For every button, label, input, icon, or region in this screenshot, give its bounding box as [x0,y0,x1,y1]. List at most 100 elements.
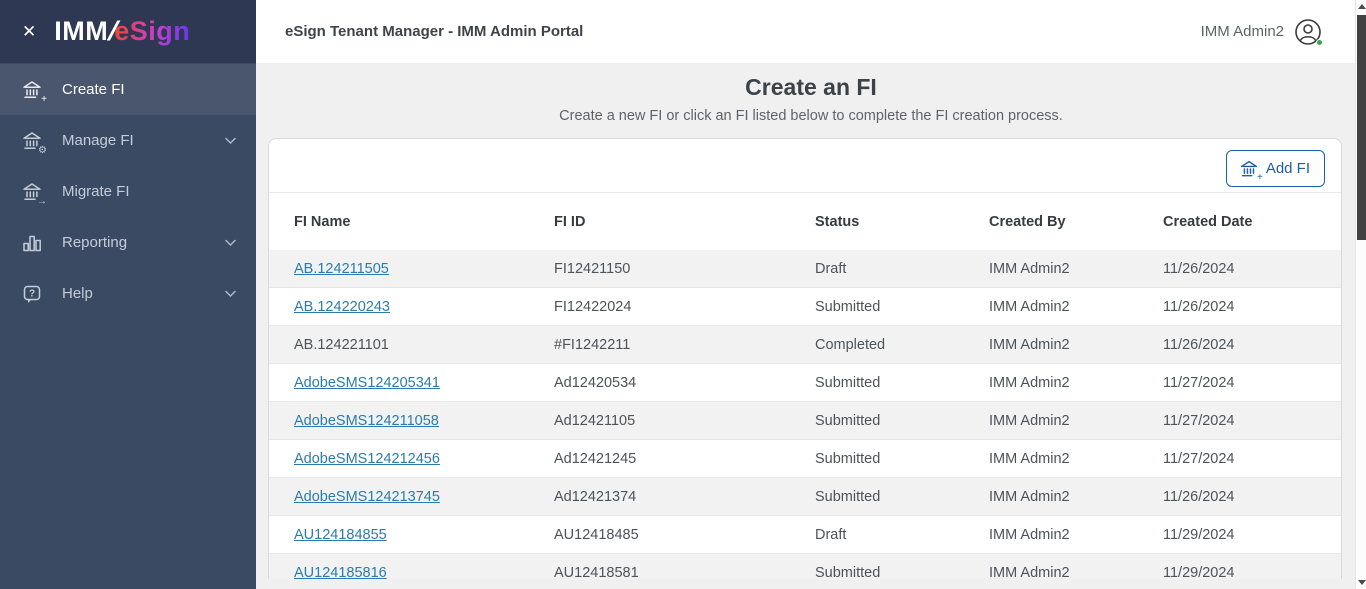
fi-id-cell: AU12418581 [554,564,639,580]
sidebar-item-create-fi[interactable]: + Create FI [0,64,256,115]
status-cell: Completed [815,336,886,353]
logo-esign: eSign [114,16,191,46]
sidebar-nav: + Create FI ⚙ Manage FI → Migrate FI Rep… [0,63,256,319]
add-fi-button[interactable]: + Add FI [1225,150,1325,187]
page-scrollbar[interactable] [1355,0,1366,589]
bank-plus-icon: + [20,78,48,105]
scrollbar-up-arrow-icon[interactable] [1358,4,1366,9]
table-row: AdobeSMS124211058 Ad12421105 Submitted I… [269,402,1341,440]
sidebar-item-help[interactable]: ? Help [0,268,256,319]
table-body: AB.124211505 FI12421150 Draft IMM Admin2… [269,250,1341,579]
created-date-cell: 11/26/2024 [1163,488,1235,505]
gear-badge-icon: ⚙ [37,144,48,156]
fi-id-cell: Ad12421245 [554,450,637,467]
arrow-badge-icon: → [36,195,48,207]
status-cell: Draft [815,260,847,277]
card-toolbar: + Add FI [269,139,1341,193]
created-date-cell: 11/27/2024 [1163,374,1235,391]
status-cell: Draft [815,526,847,543]
created-by-cell: IMM Admin2 [989,374,1070,391]
portal-title: eSign Tenant Manager - IMM Admin Portal [285,23,584,40]
table-header-row: FI Name FI ID Status Created By Created … [269,193,1341,250]
status-cell: Submitted [815,374,881,391]
help-bubble-icon: ? [20,282,44,306]
created-date-cell: 11/29/2024 [1163,526,1235,543]
page-content: Create an FI Create a new FI or click an… [256,63,1366,589]
created-date-cell: 11/27/2024 [1163,412,1235,429]
column-header-created-by: Created By [989,213,1066,230]
created-by-cell: IMM Admin2 [989,336,1070,353]
chevron-down-icon [225,132,236,149]
fi-id-cell: Ad12420534 [554,374,637,391]
fi-name-link[interactable]: AU124185816 [294,565,387,580]
user-menu[interactable]: IMM Admin2 [1200,18,1323,46]
user-name: IMM Admin2 [1200,23,1284,40]
main-column: eSign Tenant Manager - IMM Admin Portal … [256,0,1366,589]
fi-name-text: AB.124221101 [294,336,389,353]
scrollbar-down-arrow-icon[interactable] [1358,580,1366,585]
table-row: AB.124220243 FI12422024 Submitted IMM Ad… [269,288,1341,326]
created-by-cell: IMM Admin2 [989,488,1070,505]
logo-imm: IMM [54,16,109,46]
created-date-cell: 11/26/2024 [1163,298,1235,315]
fi-name-link[interactable]: AB.124220243 [294,299,390,315]
logo-bar: ✕ IMM / eSign [0,0,256,63]
fi-name-link[interactable]: AU124184855 [294,527,387,543]
sidebar-item-label: Manage FI [62,132,134,149]
scrollbar-thumb[interactable] [1357,15,1366,240]
fi-id-cell: #FI1242211 [554,336,631,353]
top-header-bar: eSign Tenant Manager - IMM Admin Portal … [256,0,1366,63]
status-cell: Submitted [815,564,881,580]
table-row: AdobeSMS124213745 Ad12421374 Submitted I… [269,478,1341,516]
sidebar-item-label: Help [62,285,93,302]
sidebar-item-label: Reporting [62,234,128,251]
online-status-dot [1316,38,1323,46]
created-by-cell: IMM Admin2 [989,450,1070,467]
created-date-cell: 11/27/2024 [1163,450,1235,467]
created-by-cell: IMM Admin2 [989,564,1070,580]
created-date-cell: 11/29/2024 [1163,564,1235,580]
sidebar: ✕ IMM / eSign + Create FI ⚙ Manage FI → … [0,0,256,589]
status-cell: Submitted [815,412,881,429]
created-date-cell: 11/26/2024 [1163,336,1235,353]
sidebar-item-reporting[interactable]: Reporting [0,217,256,268]
bank-arrow-icon: → [20,180,48,207]
fi-name-link[interactable]: AdobeSMS124205341 [294,375,440,391]
table-row: AU124185816 AU12418581 Submitted IMM Adm… [269,554,1341,579]
bank-gear-icon: ⚙ [20,129,48,156]
plus-badge-icon: + [1255,171,1264,183]
fi-list-card: + Add FI FI Name FI ID Status Created By… [268,138,1342,579]
fi-name-link[interactable]: AB.124211505 [294,261,389,277]
imm-esign-logo: IMM / eSign [54,16,190,47]
column-header-fi-name: FI Name [294,213,351,230]
fi-name-link[interactable]: AdobeSMS124212456 [294,451,440,467]
table-row: AU124184855 AU12418485 Draft IMM Admin2 … [269,516,1341,554]
created-date-cell: 11/26/2024 [1163,260,1235,277]
page-title: Create an FI [745,74,877,100]
column-header-created-date: Created Date [1163,213,1253,230]
page-subtitle: Create a new FI or click an FI listed be… [559,108,1063,124]
status-cell: Submitted [815,450,881,467]
table-row: AB.124221101 #FI1242211 Completed IMM Ad… [269,326,1341,364]
created-by-cell: IMM Admin2 [989,526,1070,543]
status-cell: Submitted [815,298,881,315]
sidebar-item-label: Create FI [62,81,125,98]
sidebar-item-migrate-fi[interactable]: → Migrate FI [0,166,256,217]
chevron-down-icon [225,234,236,251]
close-menu-icon[interactable]: ✕ [18,21,40,42]
add-fi-button-label: Add FI [1265,160,1310,177]
plus-badge-icon: + [40,93,48,105]
fi-name-link[interactable]: AdobeSMS124213745 [294,489,440,505]
user-avatar-icon[interactable] [1294,18,1323,46]
sidebar-item-manage-fi[interactable]: ⚙ Manage FI [0,115,256,166]
chevron-down-icon [225,285,236,302]
fi-name-link[interactable]: AdobeSMS124211058 [294,413,439,429]
status-cell: Submitted [815,488,881,505]
table-row: AB.124211505 FI12421150 Draft IMM Admin2… [269,250,1341,288]
svg-text:?: ? [29,288,35,299]
bar-chart-icon [20,231,44,255]
fi-id-cell: Ad12421374 [554,488,637,505]
column-header-fi-id: FI ID [554,213,586,230]
app-window: ✕ IMM / eSign + Create FI ⚙ Manage FI → … [0,0,1366,589]
fi-id-cell: AU12418485 [554,526,639,543]
